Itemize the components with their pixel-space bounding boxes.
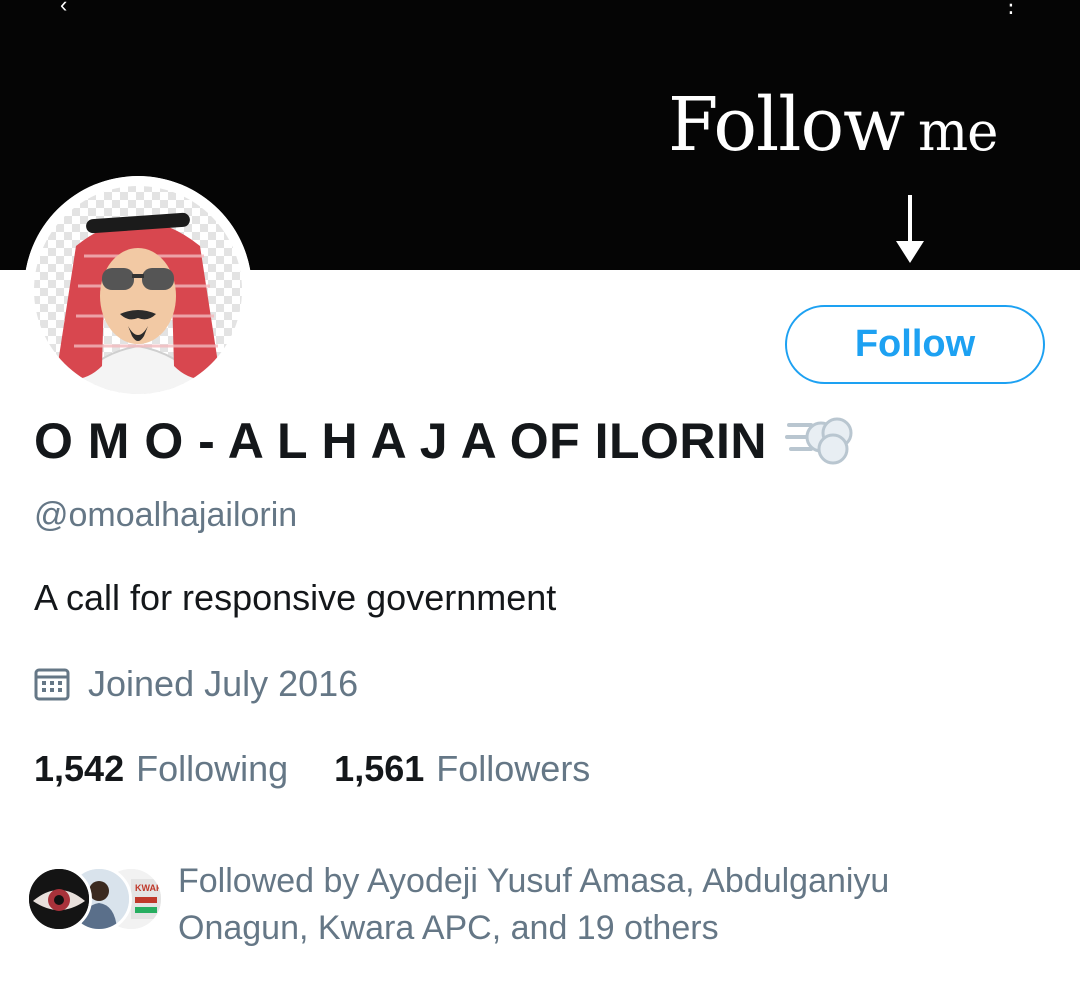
banner-headline-me: me	[917, 100, 999, 163]
following-label: Following	[136, 748, 289, 789]
down-arrow-icon	[896, 195, 924, 263]
followed-by[interactable]: KWARA Followed by Ayodeji Yusuf Amasa, A…	[26, 858, 1066, 958]
more-icon[interactable]: ⋮	[1000, 0, 1022, 18]
profile-bio: A call for responsive government	[34, 577, 557, 618]
back-icon[interactable]: ‹	[60, 0, 67, 18]
eye-avatar	[26, 866, 92, 932]
joined-text: Joined July 2016	[88, 663, 359, 704]
followers-count: 1,561	[334, 748, 425, 789]
followed-by-text: Followed by Ayodeji Yusuf Amasa, Abdulga…	[178, 862, 890, 947]
svg-text:KWARA: KWARA	[135, 883, 161, 893]
followed-by-avatars: KWARA	[26, 866, 166, 936]
profile-avatar[interactable]	[24, 176, 252, 404]
following-count: 1,542	[34, 748, 125, 789]
followers-stat[interactable]: 1,561 Followers	[334, 748, 590, 790]
following-stat[interactable]: 1,542 Following	[34, 748, 288, 790]
banner-headline-main: Follow	[668, 82, 905, 168]
display-name: O M O - A L H A J A OF ILORIN	[34, 412, 855, 470]
dash-symbol-emoji	[785, 417, 853, 465]
follow-button[interactable]: Follow	[785, 305, 1045, 384]
calendar-icon	[34, 668, 70, 701]
followers-label: Followers	[436, 748, 591, 789]
banner-headline: Follow me	[668, 88, 999, 163]
profile-handle: @omoalhajailorin	[34, 496, 298, 534]
profile-stats: 1,542 Following 1,561 Followers	[34, 748, 590, 790]
display-name-text: O M O - A L H A J A OF ILORIN	[34, 413, 768, 469]
joined-date: Joined July 2016	[34, 663, 358, 705]
